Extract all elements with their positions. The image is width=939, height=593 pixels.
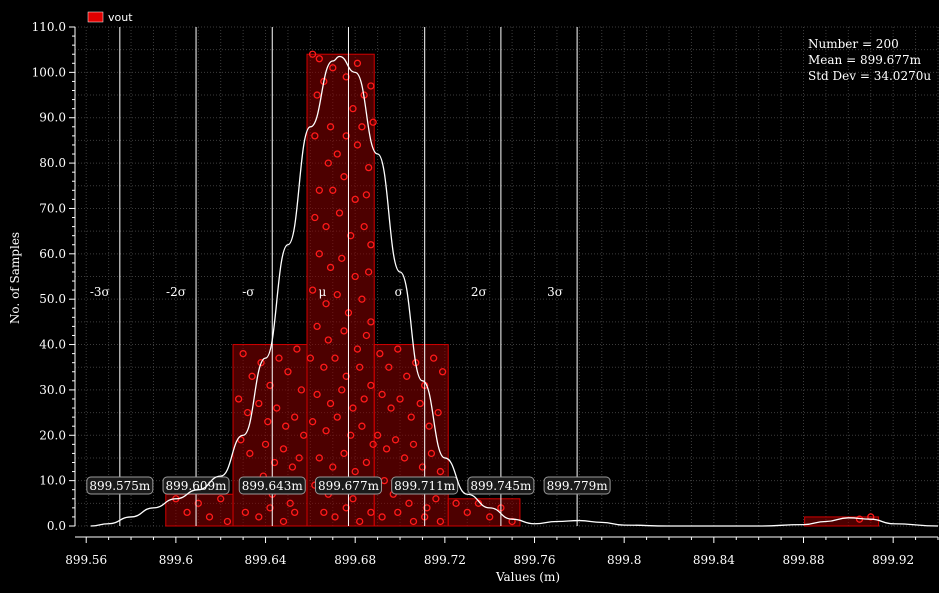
sigma-value-label: 899.711m [394,479,456,493]
stats-mean: Mean = 899.677m [808,53,922,67]
y-tick-label: 100.0 [32,65,66,79]
sigma-label: μ [318,285,326,299]
sigma-label: -2σ [166,285,186,299]
y-tick-label: 50.0 [39,292,66,306]
sigma-label: 2σ [471,285,487,299]
stats-std-dev: Std Dev = 34.0270u [808,69,931,83]
histogram-chart: -3σ 899.575m -2σ 899.609m -σ 899.643m μ 899.677… [0,0,939,593]
y-tick-label: 20.0 [39,428,66,442]
y-tick-label: 0.0 [47,519,66,533]
x-tick-label: 899.64 [245,553,287,567]
sigma-label: -σ [242,285,254,299]
x-tick-label: 899.8 [607,553,641,567]
sigma-value-label: 899.643m [242,479,304,493]
sigma-value-label: 899.609m [166,479,228,493]
y-tick-label: 80.0 [39,156,66,170]
y-tick-label: 60.0 [39,247,66,261]
legend-swatch [87,11,104,23]
stats-number: Number = 200 [808,37,899,51]
y-axis-title: No. of Samples [8,232,22,324]
sigma-label: 3σ [547,285,563,299]
x-tick-label: 899.92 [872,553,914,567]
y-tick-label: 10.0 [39,474,66,488]
x-tick-label: 899.56 [65,553,107,567]
x-tick-label: 899.72 [424,553,466,567]
x-tick-label: 899.6 [159,553,193,567]
x-axis-title: Values (m) [495,570,560,584]
histogram-bar [373,344,449,527]
y-tick-label: 70.0 [39,201,66,215]
legend: vout [87,11,133,24]
y-tick-label: 90.0 [39,111,66,125]
legend-label: vout [108,11,133,24]
sigma-label: σ [395,285,403,299]
sigma-value-label: 899.745m [470,479,532,493]
x-tick-label: 899.84 [693,553,735,567]
sigma-value-label: 899.677m [318,479,380,493]
x-tick-label: 899.68 [334,553,376,567]
sigma-value-label: 899.575m [89,479,151,493]
y-tick-label: 30.0 [39,383,66,397]
sigma-value-label: 899.779m [547,479,609,493]
x-tick-label: 899.88 [783,553,825,567]
sigma-label: -3σ [90,285,110,299]
x-tick-label: 899.76 [514,553,556,567]
y-tick-label: 110.0 [32,20,66,34]
y-tick-label: 40.0 [39,338,66,352]
